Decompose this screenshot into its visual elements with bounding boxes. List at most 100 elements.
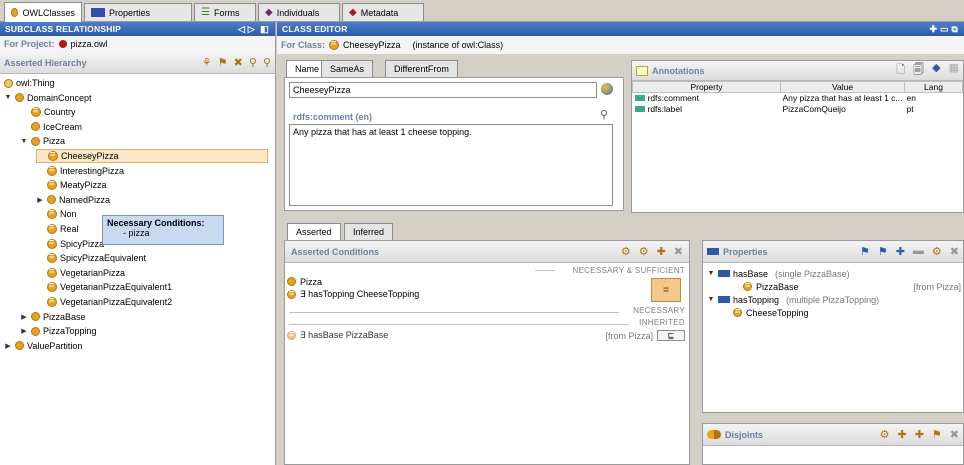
tab-owlclasses[interactable]: OWLClasses (4, 2, 82, 22)
tab-label: SameAs (330, 64, 365, 74)
tooltip-line: - pizza (123, 228, 150, 238)
create-sibling-icon[interactable]: ⚑ (218, 56, 228, 69)
list-item[interactable]: PizzaBase [from Pizza] (707, 280, 961, 293)
expand-toggle[interactable]: ▶ (20, 313, 28, 321)
expand-toggle[interactable]: ▶ (20, 327, 28, 335)
list-item[interactable]: ▼ hasTopping (multiple PizzaTopping) (707, 293, 961, 306)
tree-item[interactable]: CheeseyPizza (36, 149, 268, 163)
comment-textarea[interactable]: Any pizza that has at least 1 cheese top… (289, 124, 613, 206)
tab-individuals[interactable]: ◆ Individuals (258, 3, 340, 21)
tab-asserted[interactable]: Asserted (287, 223, 341, 240)
tab-label: OWLClasses (22, 7, 75, 18)
tree-item-label: CheeseyPizza (61, 151, 119, 161)
expand-toggle[interactable]: ▶ (36, 196, 44, 204)
tree-item[interactable]: SpicyPizza (36, 237, 104, 251)
tree-item[interactable]: ▶ ValuePartition (4, 339, 82, 353)
tree-item[interactable]: Real (36, 222, 79, 236)
property-name: hasTopping (733, 294, 780, 305)
annotations-header-row: Property Value Lang (632, 81, 963, 93)
tree-item[interactable]: InterestingPizza (36, 164, 124, 178)
remove-property-icon[interactable]: ▬ (913, 245, 924, 258)
tree-item[interactable]: MeatyPizza (36, 178, 107, 192)
annotation-lang: en (906, 93, 916, 104)
tree-item[interactable]: owl:Thing (4, 76, 55, 90)
create-restriction-icon[interactable]: ⚙ (621, 245, 631, 258)
list-item[interactable]: ∃ hasBase PizzaBase [from Pizza] ⊑ (287, 329, 685, 342)
tab-properties[interactable]: Properties (84, 3, 192, 21)
search-next-icon[interactable]: ⚲ (263, 56, 271, 69)
create-property-icon[interactable]: ✚ (896, 245, 905, 258)
annotations-title: Annotations (652, 65, 705, 76)
remove-disjoint-icon[interactable]: ✖ (950, 428, 959, 441)
search-icon[interactable]: ⚲ (600, 108, 608, 121)
remove-condition-icon[interactable]: ✖ (674, 245, 683, 258)
tree-item[interactable]: VegetarianPizzaEquivalent1 (36, 280, 172, 294)
add-annotation-icon[interactable]: 🗋 (896, 61, 905, 80)
defined-class-icon (47, 178, 57, 191)
tree-item[interactable]: Non (36, 207, 77, 221)
condition-text: ∃ hasTopping CheeseTopping (300, 289, 420, 299)
add-condition-icon[interactable]: ✚ (657, 245, 666, 258)
add-disjoint-icon[interactable]: ⚙ (880, 428, 890, 441)
delete-class-icon[interactable]: ✖ (234, 56, 243, 69)
tree-item[interactable]: ▼ Pizza (20, 134, 65, 148)
tab-forms[interactable]: ☰ Forms (194, 3, 256, 21)
nav-arrows-icon[interactable]: ◁ ▷ ◧ (238, 24, 269, 35)
expand-toggle[interactable]: ▼ (707, 270, 715, 277)
tree-item-label: NamedPizza (59, 194, 111, 205)
property-icon (718, 296, 730, 303)
tree-item[interactable]: VegetarianPizzaEquivalent2 (36, 295, 172, 309)
annotation-property-icon (634, 106, 645, 112)
add-all-siblings-icon[interactable]: ✚ (915, 428, 924, 441)
rdf-globe-icon[interactable] (601, 83, 613, 95)
tree-item[interactable]: ▼ DomainConcept (4, 91, 92, 105)
tree-item-label: Real (60, 224, 79, 234)
list-item[interactable]: Pizza (287, 275, 647, 288)
subclass-header: SUBCLASS RELATIONSHIP ◁ ▷ ◧ (0, 22, 275, 36)
class-name-field[interactable]: CheeseyPizza (289, 82, 597, 98)
add-value-icon[interactable]: ◆ (932, 61, 940, 80)
properties-icon (91, 8, 105, 17)
tree-item[interactable]: ▶ PizzaTopping (20, 324, 96, 338)
tab-inferred[interactable]: Inferred (344, 223, 394, 240)
tab-sameas[interactable]: SameAs (321, 60, 374, 77)
tab-differentfrom[interactable]: DifferentFrom (385, 60, 458, 77)
add-disjoint-class-icon[interactable]: ✚ (897, 428, 906, 441)
tree-item[interactable]: IceCream (20, 120, 82, 134)
for-class-name: CheeseyPizza (343, 40, 401, 50)
add-property-icon[interactable]: ⚑ (860, 245, 870, 258)
search-class-icon[interactable]: ⚲ (249, 56, 257, 69)
disjoint-tools-icon[interactable]: ⚑ (932, 428, 942, 441)
expand-toggle[interactable]: ▼ (707, 296, 715, 303)
add-named-class-icon[interactable]: ⚙ (639, 245, 649, 258)
create-subclass-icon[interactable]: ⚘ (202, 56, 212, 69)
window-controls-icon[interactable]: ✚ ▭ ⧉ (930, 24, 958, 35)
expand-toggle[interactable]: ▶ (4, 342, 12, 350)
list-item[interactable]: CheeseTopping (707, 306, 961, 319)
list-item[interactable]: ∃ hasTopping CheeseTopping (287, 288, 647, 301)
tree-item[interactable]: ▶ PizzaBase (20, 310, 85, 324)
inherited-label: INHERITED (639, 318, 685, 327)
forms-icon: ☰ (201, 7, 210, 18)
tree-item[interactable]: VegetarianPizza (36, 266, 125, 280)
expand-toggle[interactable]: ▼ (4, 94, 12, 101)
add-subproperty-icon[interactable]: ⚑ (878, 245, 888, 258)
tree-item[interactable]: SpicyPizzaEquivalent (36, 251, 146, 265)
edit-annotation-icon[interactable]: 🗐 (913, 61, 924, 80)
expand-toggle[interactable]: ▼ (20, 138, 28, 145)
column-header: Property (632, 81, 781, 93)
list-item[interactable]: ▼ hasBase (single PizzaBase) (707, 267, 961, 280)
asserted-conditions-panel: Asserted Conditions ⚙ ⚙ ✚ ✖ NECESSARY & … (284, 240, 690, 465)
project-icon (58, 40, 67, 48)
restriction-icon[interactable]: ⚙ (932, 245, 942, 258)
class-icon (31, 122, 40, 132)
delete-annotation-icon[interactable]: ▦ (949, 61, 959, 80)
tree-item[interactable]: ▶ NamedPizza (36, 193, 110, 207)
tree-item[interactable]: Country (20, 105, 76, 119)
tooltip-title: Necessary Conditions: (107, 218, 205, 228)
table-row[interactable]: rdfs:label PizzaComQueijo pt (633, 104, 963, 115)
more-icon[interactable]: ✖ (950, 245, 959, 258)
class-icon (287, 277, 296, 286)
table-row[interactable]: rdfs:comment Any pizza that has at least… (633, 93, 963, 104)
tab-metadata[interactable]: ◆ Metadata (342, 3, 424, 21)
